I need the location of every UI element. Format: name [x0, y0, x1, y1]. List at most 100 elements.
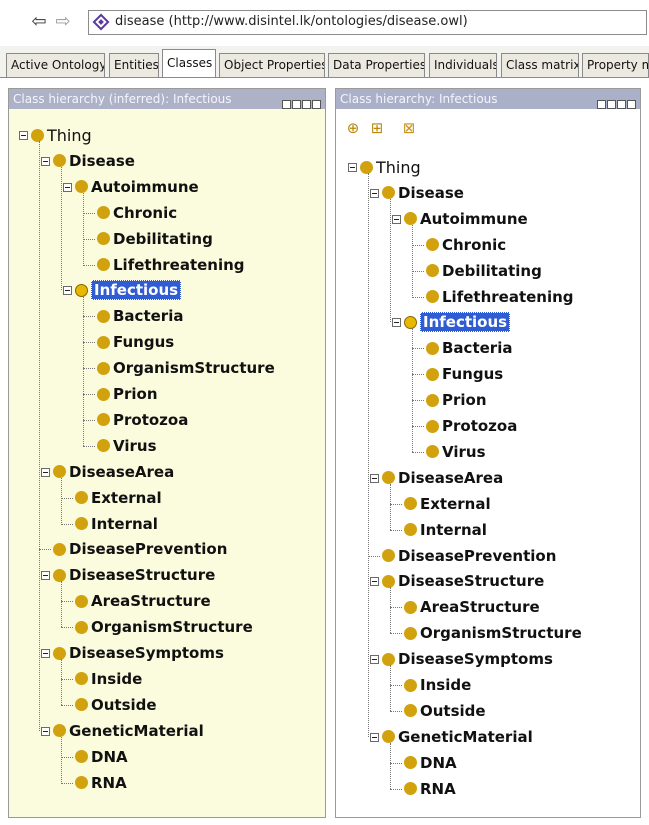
class-icon	[426, 445, 439, 459]
collapse-toggle-icon[interactable]	[370, 473, 379, 483]
tree-node-thing[interactable]: Thing	[360, 155, 421, 179]
tree-node-dna[interactable]: DNA	[404, 751, 457, 775]
tab-class-matrix[interactable]: Class matrix	[501, 53, 579, 77]
tree-node-diseasearea[interactable]: DiseaseArea	[53, 460, 174, 484]
tree-node-label: DiseaseStructure	[398, 572, 545, 591]
collapse-toggle-icon[interactable]	[63, 182, 72, 192]
add-subclass-icon[interactable]: ⊕	[344, 119, 362, 137]
minimize-icon[interactable]	[292, 100, 301, 109]
tree-node-diseasesymptoms[interactable]: DiseaseSymptoms	[382, 647, 553, 671]
collapse-toggle-icon[interactable]	[370, 577, 379, 587]
collapse-toggle-icon[interactable]	[41, 467, 50, 477]
tree-node-organismstructure[interactable]: OrganismStructure	[97, 356, 275, 380]
tab-classes[interactable]: Classes	[162, 49, 216, 78]
class-icon	[97, 258, 110, 271]
tree-node-autoimmune[interactable]: Autoimmune	[404, 207, 528, 231]
tree-node-geneticmaterial[interactable]: GeneticMaterial	[53, 719, 204, 743]
forward-arrow-icon[interactable]: ⇨	[52, 12, 74, 32]
tree-node-debilitating[interactable]: Debilitating	[426, 259, 542, 283]
tree-node-inside[interactable]: Inside	[75, 667, 142, 691]
tree-node-lifethreatening[interactable]: Lifethreatening	[97, 253, 245, 277]
collapse-toggle-icon[interactable]	[370, 732, 379, 742]
tree-connector	[83, 296, 84, 446]
tab-active-ontology[interactable]: Active Ontology	[6, 53, 105, 77]
tree-node-areastructure[interactable]: AreaStructure	[75, 589, 211, 613]
tree-node-infectious[interactable]: Infectious	[75, 278, 182, 302]
collapse-toggle-icon[interactable]	[392, 214, 401, 224]
collapse-toggle-icon[interactable]	[63, 286, 72, 296]
tree-node-fungus[interactable]: Fungus	[97, 330, 174, 354]
collapse-toggle-icon[interactable]	[41, 726, 50, 736]
collapse-toggle-icon[interactable]	[41, 571, 50, 581]
tree-node-virus[interactable]: Virus	[426, 440, 486, 464]
maximize-icon[interactable]	[617, 100, 626, 109]
tree-node-autoimmune[interactable]: Autoimmune	[75, 175, 199, 199]
tree-node-diseasesymptoms[interactable]: DiseaseSymptoms	[53, 641, 224, 665]
tree-node-prion[interactable]: Prion	[426, 388, 487, 412]
panel-window-controls[interactable]	[596, 94, 636, 109]
tab-property-matrix[interactable]: Property m	[582, 53, 649, 77]
tree-node-external[interactable]: External	[75, 486, 162, 510]
collapse-toggle-icon[interactable]	[370, 655, 379, 665]
tree-node-prion[interactable]: Prion	[97, 382, 158, 406]
tree-node-bacteria[interactable]: Bacteria	[426, 336, 512, 360]
add-sibling-class-icon[interactable]: ⊞	[368, 119, 386, 137]
tree-node-chronic[interactable]: Chronic	[426, 233, 506, 257]
class-icon	[97, 206, 110, 220]
maximize-icon[interactable]	[302, 100, 311, 109]
restore-icon[interactable]	[597, 100, 606, 109]
tree-node-rna[interactable]: RNA	[75, 771, 127, 795]
collapse-toggle-icon[interactable]	[19, 131, 28, 140]
tree-node-diseaseprevention[interactable]: DiseasePrevention	[382, 544, 556, 568]
tab-entities[interactable]: Entities	[109, 53, 159, 77]
collapse-toggle-icon[interactable]	[41, 649, 50, 658]
close-icon[interactable]	[312, 100, 321, 109]
tree-node-disease[interactable]: Disease	[382, 181, 464, 205]
tree-node-diseasearea[interactable]: DiseaseArea	[382, 466, 503, 490]
restore-icon[interactable]	[282, 100, 291, 109]
class-icon	[53, 542, 66, 556]
tree-node-diseasestructure[interactable]: DiseaseStructure	[382, 569, 544, 593]
tree-node-rna[interactable]: RNA	[404, 777, 456, 801]
tree-node-outside[interactable]: Outside	[404, 699, 486, 723]
tree-node-chronic[interactable]: Chronic	[97, 201, 177, 225]
collapse-toggle-icon[interactable]	[41, 156, 50, 166]
tree-node-geneticmaterial[interactable]: GeneticMaterial	[382, 725, 533, 749]
tree-node-outside[interactable]: Outside	[75, 693, 157, 717]
tree-node-label: External	[91, 488, 162, 507]
back-arrow-icon[interactable]: ⇦	[28, 12, 50, 32]
tree-node-debilitating[interactable]: Debilitating	[97, 227, 213, 251]
tree-node-areastructure[interactable]: AreaStructure	[404, 595, 540, 619]
tree-node-infectious[interactable]: Infectious	[404, 310, 511, 334]
tree-node-internal[interactable]: Internal	[75, 512, 158, 536]
tree-node-protozoa[interactable]: Protozoa	[426, 414, 517, 438]
minimize-icon[interactable]	[607, 100, 616, 109]
collapse-toggle-icon[interactable]	[392, 318, 401, 328]
tree-node-thing[interactable]: Thing	[31, 123, 92, 147]
panel-window-controls[interactable]	[281, 94, 321, 109]
tree-node-fungus[interactable]: Fungus	[426, 362, 503, 386]
collapse-toggle-icon[interactable]	[370, 188, 379, 198]
tree-node-label: GeneticMaterial	[398, 727, 533, 746]
tree-node-bacteria[interactable]: Bacteria	[97, 304, 183, 328]
ontology-url-field[interactable]: disease (http://www.disintel.lk/ontologi…	[88, 10, 647, 35]
tree-node-diseasestructure[interactable]: DiseaseStructure	[53, 563, 215, 587]
tree-node-inside[interactable]: Inside	[404, 673, 471, 697]
tree-node-disease[interactable]: Disease	[53, 149, 135, 173]
collapse-toggle-icon[interactable]	[348, 163, 357, 172]
class-icon	[404, 315, 417, 329]
tree-node-diseaseprevention[interactable]: DiseasePrevention	[53, 537, 227, 561]
tree-node-internal[interactable]: Internal	[404, 518, 487, 542]
tree-node-virus[interactable]: Virus	[97, 434, 157, 458]
delete-class-icon[interactable]: ⊠	[400, 119, 418, 137]
tree-node-dna[interactable]: DNA	[75, 745, 128, 769]
tab-individuals[interactable]: Individuals	[429, 53, 497, 77]
tree-node-external[interactable]: External	[404, 492, 491, 516]
close-icon[interactable]	[627, 100, 636, 109]
tab-data-properties[interactable]: Data Properties	[328, 53, 425, 77]
tree-node-protozoa[interactable]: Protozoa	[97, 408, 188, 432]
tree-node-organismstructure[interactable]: OrganismStructure	[75, 615, 253, 639]
tab-object-properties[interactable]: Object Properties	[219, 53, 325, 77]
tree-node-organismstructure[interactable]: OrganismStructure	[404, 621, 582, 645]
tree-node-lifethreatening[interactable]: Lifethreatening	[426, 285, 574, 309]
